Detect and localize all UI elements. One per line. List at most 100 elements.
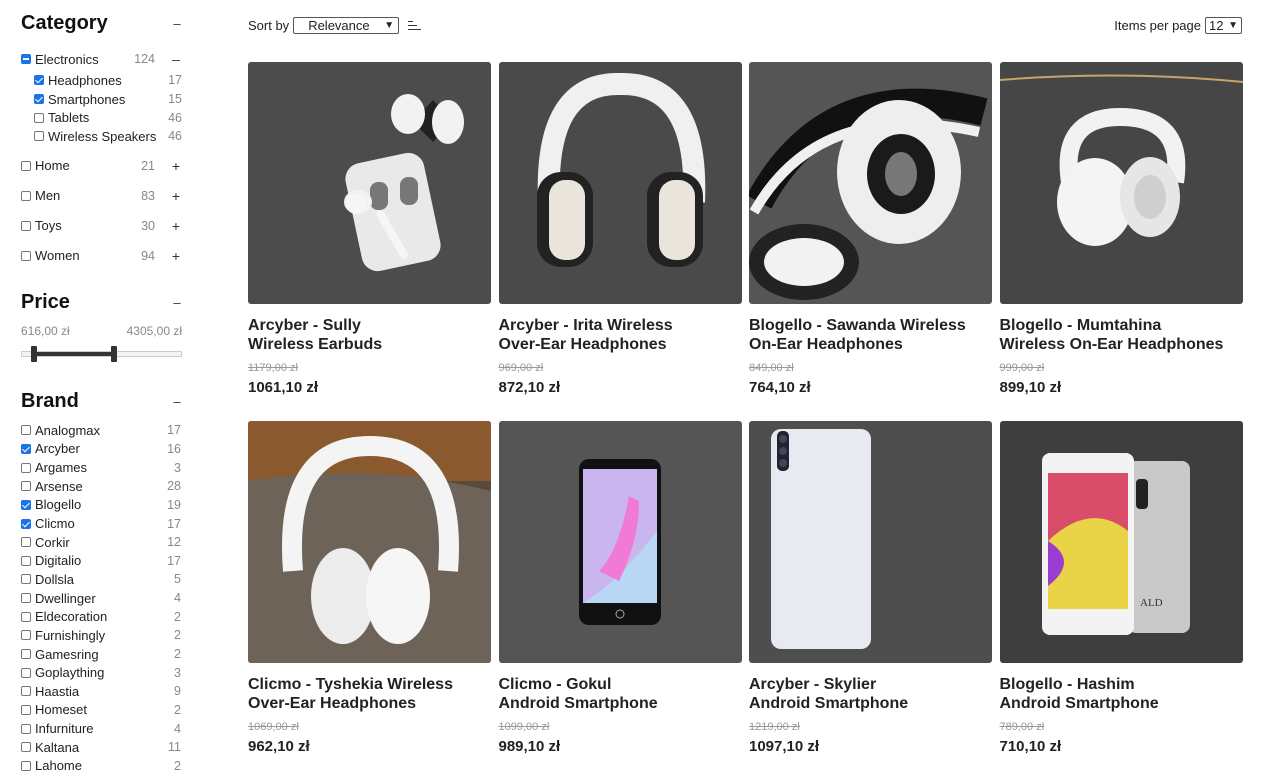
brand-checkbox[interactable] [21, 462, 31, 473]
sort-select[interactable]: Relevance ▼ [293, 16, 400, 34]
brand-checkbox[interactable] [21, 593, 31, 604]
brand-collapse-icon[interactable]: – [171, 394, 183, 409]
product-card[interactable]: Blogello - Sawanda Wireless On-Ear Headp… [749, 62, 992, 421]
brand-checkbox[interactable] [21, 649, 31, 659]
brand-item-furnishingly[interactable]: Furnishingly 2 [21, 626, 182, 645]
category-checkbox[interactable] [21, 250, 31, 261]
category-checkbox[interactable] [34, 75, 44, 86]
brand-checkbox[interactable] [21, 425, 31, 436]
product-title[interactable]: Blogello - Sawanda Wireless On-Ear Headp… [749, 316, 992, 354]
category-checkbox[interactable] [34, 112, 44, 123]
brand-checkbox[interactable] [21, 611, 31, 622]
brand-count: 17 [167, 553, 181, 568]
brand-header[interactable]: Brand – [21, 390, 183, 413]
product-card[interactable]: Clicmo - Gokul Android Smartphone 1099,0… [498, 421, 742, 777]
brand-checkbox[interactable] [21, 518, 31, 529]
brand-checkbox[interactable] [21, 481, 31, 492]
product-title[interactable]: Blogello - Mumtahina Wireless On-Ear Hea… [1000, 316, 1243, 354]
price-slider[interactable] [21, 346, 182, 362]
brand-item-dollsla[interactable]: Dollsla 5 [21, 570, 182, 589]
brand-item-arcyber[interactable]: Arcyber 16 [21, 440, 182, 459]
price-collapse-icon[interactable]: – [171, 295, 183, 310]
brand-item-arsense[interactable]: Arsense 28 [21, 477, 182, 496]
brand-checkbox[interactable] [21, 742, 31, 753]
brand-item-eldecoration[interactable]: Eldecoration 2 [21, 607, 182, 626]
category-checkbox[interactable] [34, 94, 44, 105]
product-image[interactable] [498, 62, 742, 304]
brand-item-kaltana[interactable]: Kaltana 11 [21, 738, 182, 757]
product-title[interactable]: Clicmo - Gokul Android Smartphone [499, 675, 742, 713]
brand-item-homeset[interactable]: Homeset 2 [21, 701, 182, 720]
category-checkbox[interactable] [21, 220, 31, 231]
brand-item-gamesring[interactable]: Gamesring 2 [21, 645, 182, 664]
slider-thumb-max[interactable] [111, 346, 117, 362]
category-checkbox[interactable] [21, 190, 31, 201]
brand-item-blogello[interactable]: Blogello 19 [21, 496, 182, 515]
brand-checkbox[interactable] [21, 537, 31, 548]
brand-label: Arcyber [35, 441, 80, 457]
expand-icon[interactable]: + [169, 158, 183, 174]
brand-checkbox[interactable] [21, 499, 31, 510]
brand-checkbox[interactable] [21, 723, 31, 734]
category-item-electronics[interactable]: Electronics 124 – [21, 50, 183, 68]
category-item-men[interactable]: Men 83 + [21, 181, 183, 211]
category-item-smartphones[interactable]: Smartphones 15 [21, 90, 183, 109]
brand-item-goplaything[interactable]: Goplaything 3 [21, 663, 182, 682]
items-per-page-select[interactable]: 12 ▼ [1205, 16, 1242, 34]
brand-checkbox[interactable] [21, 555, 31, 566]
brand-item-analogmax[interactable]: Analogmax 17 [21, 421, 182, 440]
product-image[interactable] [999, 62, 1243, 304]
product-card[interactable]: Arcyber - Irita Wireless Over-Ear Headph… [498, 62, 742, 421]
product-card[interactable]: ALD Blogello - Hashim Android Smartphone… [999, 421, 1243, 777]
brand-item-clicmo[interactable]: Clicmo 17 [21, 514, 182, 533]
product-image[interactable] [248, 421, 491, 663]
product-title[interactable]: Blogello - Hashim Android Smartphone [1000, 675, 1243, 713]
expand-icon[interactable]: + [169, 188, 183, 204]
product-image[interactable] [498, 421, 742, 663]
sort-direction-icon[interactable] [408, 20, 422, 31]
brand-checkbox[interactable] [21, 667, 31, 678]
brand-checkbox[interactable] [21, 574, 31, 585]
expand-icon[interactable]: + [169, 248, 183, 264]
product-image[interactable] [749, 421, 992, 663]
category-label: Headphones [48, 72, 122, 88]
category-item-tablets[interactable]: Tablets 46 [21, 108, 183, 127]
brand-item-dwellinger[interactable]: Dwellinger 4 [21, 589, 182, 608]
product-image[interactable] [248, 62, 491, 304]
category-item-wireless-speakers[interactable]: Wireless Speakers 46 [21, 127, 183, 146]
brand-item-argames[interactable]: Argames 3 [21, 458, 182, 477]
brand-item-lahome[interactable]: Lahome 2 [21, 757, 182, 776]
collapse-icon[interactable]: – [169, 51, 183, 67]
product-title[interactable]: Clicmo - Tyshekia Wireless Over-Ear Head… [248, 675, 491, 713]
product-image[interactable] [749, 62, 992, 304]
product-title[interactable]: Arcyber - Skylier Android Smartphone [749, 675, 992, 713]
product-image[interactable]: ALD [999, 421, 1243, 663]
brand-item-infurniture[interactable]: Infurniture 4 [21, 719, 182, 738]
category-item-home[interactable]: Home 21 + [21, 151, 183, 181]
category-item-toys[interactable]: Toys 30 + [21, 211, 183, 241]
category-collapse-icon[interactable]: – [171, 16, 183, 31]
product-title[interactable]: Arcyber - Sully Wireless Earbuds [248, 316, 491, 354]
brand-item-digitalio[interactable]: Digitalio 17 [21, 551, 182, 570]
product-card[interactable]: Arcyber - Sully Wireless Earbuds 1179,00… [248, 62, 491, 421]
product-title[interactable]: Arcyber - Irita Wireless Over-Ear Headph… [499, 316, 742, 354]
category-item-headphones[interactable]: Headphones 17 [21, 71, 183, 90]
category-header[interactable]: Category – [21, 12, 183, 35]
product-card[interactable]: Arcyber - Skylier Android Smartphone 121… [749, 421, 992, 777]
category-checkbox[interactable] [34, 131, 44, 142]
price-header[interactable]: Price – [21, 291, 183, 314]
brand-checkbox[interactable] [21, 760, 31, 771]
brand-checkbox[interactable] [21, 704, 31, 715]
category-item-women[interactable]: Women 94 + [21, 241, 183, 271]
slider-thumb-min[interactable] [31, 346, 37, 362]
category-checkbox[interactable] [21, 160, 31, 171]
brand-item-corkir[interactable]: Corkir 12 [21, 533, 182, 552]
expand-icon[interactable]: + [169, 218, 183, 234]
brand-checkbox[interactable] [21, 630, 31, 641]
brand-item-haastia[interactable]: Haastia 9 [21, 682, 182, 701]
brand-checkbox[interactable] [21, 686, 31, 697]
brand-checkbox[interactable] [21, 443, 31, 454]
electronics-checkbox[interactable] [21, 54, 31, 64]
product-card[interactable]: Clicmo - Tyshekia Wireless Over-Ear Head… [248, 421, 491, 777]
product-card[interactable]: Blogello - Mumtahina Wireless On-Ear Hea… [999, 62, 1243, 421]
